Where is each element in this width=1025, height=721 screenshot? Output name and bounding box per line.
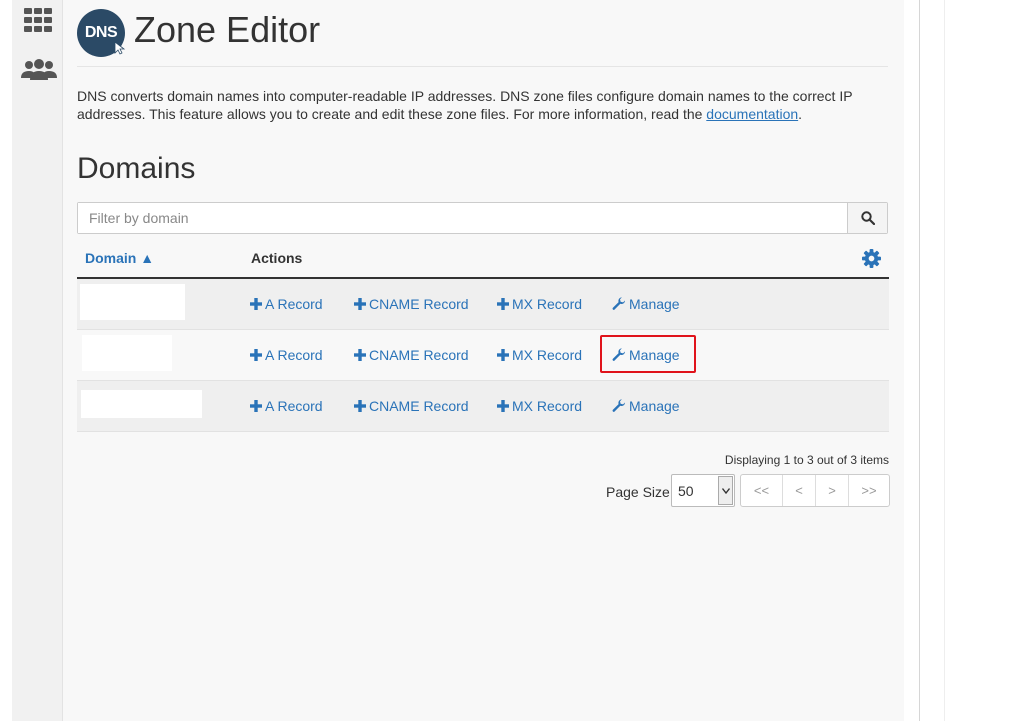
previous-page-button[interactable]: <: [783, 475, 816, 506]
last-page-button[interactable]: >>: [849, 475, 889, 506]
manage-link[interactable]: Manage: [612, 397, 680, 415]
page-size-select[interactable]: 50: [671, 474, 735, 507]
gear-icon[interactable]: [862, 249, 881, 273]
add-a-record-link[interactable]: A Record: [250, 397, 323, 415]
add-mx-record-link[interactable]: MX Record: [497, 397, 582, 415]
add-cname-record-link[interactable]: CNAME Record: [354, 397, 469, 415]
domain-column-header[interactable]: Domain ▲: [85, 250, 154, 266]
table-header: Domain ▲ Actions: [77, 241, 889, 279]
pagination-summary: Displaying 1 to 3 out of 3 items: [724, 453, 889, 467]
actions-column-header: Actions: [251, 250, 303, 266]
plus-icon: [354, 298, 366, 310]
intro-text: DNS converts domain names into computer-…: [77, 87, 889, 123]
title-divider: [77, 66, 888, 67]
domains-heading: Domains: [77, 152, 196, 185]
domains-table: Domain ▲ Actions A Record CNAME Record M…: [77, 241, 889, 432]
plus-icon: [497, 298, 509, 310]
search-icon: [860, 211, 875, 225]
wrench-icon: [612, 297, 625, 310]
plus-icon: [497, 400, 509, 412]
users-icon[interactable]: [21, 58, 57, 87]
add-mx-record-link[interactable]: MX Record: [497, 295, 582, 313]
add-cname-record-link[interactable]: CNAME Record: [354, 295, 469, 313]
search-button[interactable]: [847, 203, 887, 233]
page-size-value: 50: [678, 483, 694, 499]
page-title: Zone Editor: [134, 9, 321, 50]
plus-icon: [250, 349, 262, 361]
domain-cell-redacted: [81, 390, 202, 418]
page-size-label: Page Size: [606, 484, 670, 500]
cursor-icon: [114, 41, 126, 55]
add-mx-record-link[interactable]: MX Record: [497, 346, 582, 364]
table-row: A Record CNAME Record MX Record Manage: [77, 381, 889, 432]
chevron-down-icon: [718, 476, 733, 505]
table-row: A Record CNAME Record MX Record Manage: [77, 330, 889, 381]
dns-logo-text: DNS: [84, 24, 118, 41]
right-edge: [944, 0, 945, 721]
manage-link[interactable]: Manage: [612, 295, 680, 313]
apps-grid-icon[interactable]: [24, 8, 54, 39]
first-page-button[interactable]: <<: [741, 475, 783, 506]
next-page-button[interactable]: >: [816, 475, 849, 506]
plus-icon: [497, 349, 509, 361]
add-a-record-link[interactable]: A Record: [250, 346, 323, 364]
main-content: DNS Zone Editor DNS converts domain name…: [63, 0, 904, 721]
documentation-link[interactable]: documentation: [706, 106, 798, 122]
wrench-icon: [612, 348, 625, 361]
plus-icon: [354, 400, 366, 412]
plus-icon: [250, 400, 262, 412]
add-cname-record-link[interactable]: CNAME Record: [354, 346, 469, 364]
table-row: A Record CNAME Record MX Record Manage: [77, 279, 889, 330]
plus-icon: [250, 298, 262, 310]
plus-icon: [354, 349, 366, 361]
right-divider: [919, 0, 920, 721]
filter-box: [77, 202, 888, 234]
intro-suffix: .: [798, 106, 803, 122]
left-sidebar: [12, 0, 63, 721]
wrench-icon: [612, 399, 625, 412]
dns-logo: DNS: [77, 9, 126, 57]
domain-cell-redacted: [82, 335, 172, 371]
manage-link[interactable]: Manage: [612, 346, 680, 364]
domain-cell-redacted: [80, 284, 185, 320]
filter-by-domain-input[interactable]: [78, 203, 850, 233]
pagination-controls: << < > >>: [740, 474, 890, 507]
add-a-record-link[interactable]: A Record: [250, 295, 323, 313]
